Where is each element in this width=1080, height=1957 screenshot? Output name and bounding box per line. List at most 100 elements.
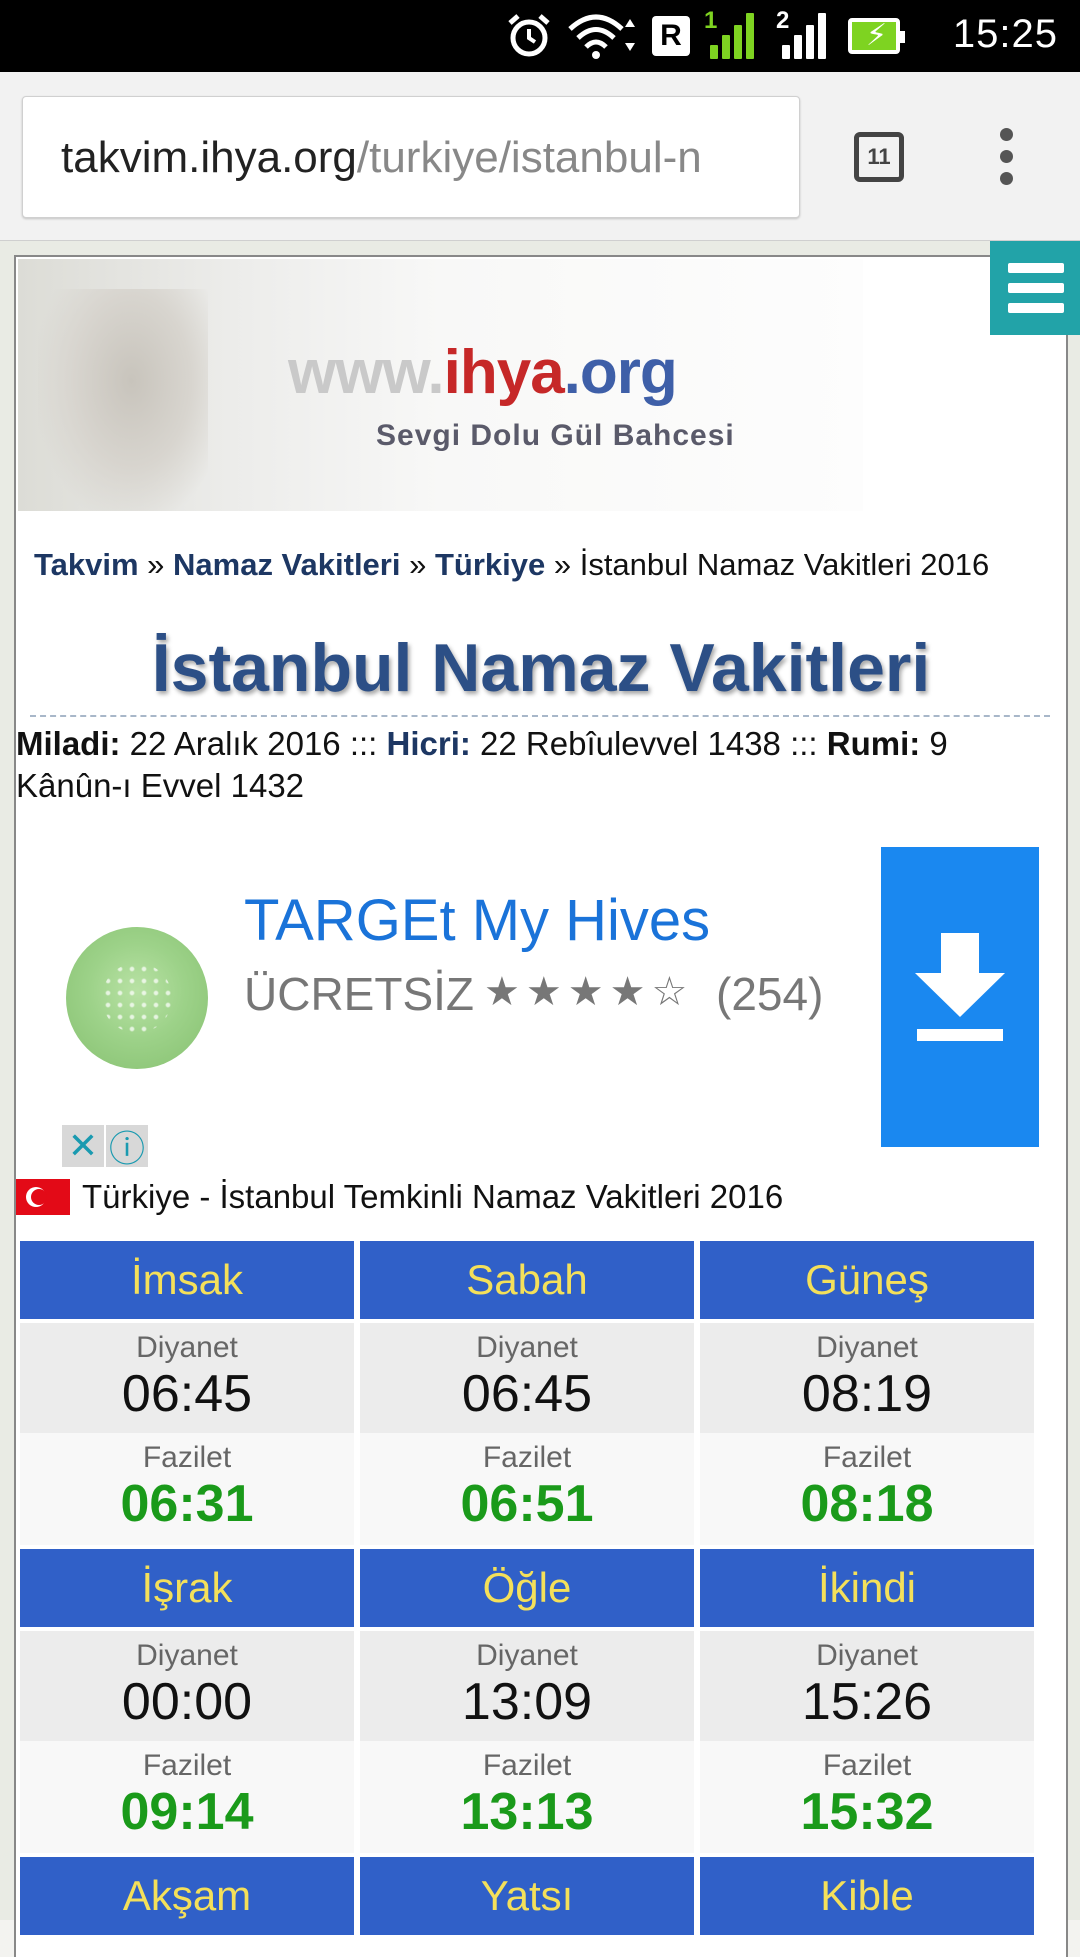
diyanet-label: Diyanet [816, 1331, 918, 1364]
diyanet-time: 13:09 [461, 1673, 593, 1731]
diyanet-block: Diyanet 13:09 [360, 1631, 694, 1741]
site-slogan: Sevgi Dolu Gül Bahcesi [376, 419, 735, 452]
breadcrumb-separator: » [138, 547, 174, 582]
fazilet-block: Fazilet 15:32 [700, 1741, 1034, 1853]
page-title: İstanbul Namaz Vakitleri [151, 630, 931, 706]
overflow-menu-icon[interactable] [1000, 128, 1014, 188]
clock: 15:25 [952, 12, 1058, 56]
diyanet-label: Diyanet [136, 1639, 238, 1672]
url-text[interactable]: takvim.ihya.org/turkiye/istanbul-n [61, 133, 702, 183]
diyanet-time: 06:45 [121, 1365, 253, 1423]
prayer-times-table: İmsak Diyanet 06:45 Fazilet 06:31 Sabah Di… [20, 1241, 1060, 1939]
prayer-name: Akşam [20, 1857, 354, 1935]
diyanet-time: 00:00 [121, 1673, 253, 1731]
fazilet-time: 06:51 [460, 1475, 594, 1533]
prayer-name: Güneş [700, 1241, 1034, 1319]
url-host: takvim.ihya.org [61, 133, 357, 182]
prayer-name: İkindi [700, 1549, 1034, 1627]
fazilet-label: Fazilet [142, 1749, 232, 1782]
fazilet-block: Fazilet 13:13 [360, 1741, 694, 1853]
signal-sim2-icon: 2 [776, 7, 834, 61]
prayer-name: Sabah [360, 1241, 694, 1319]
fazilet-block: Fazilet 06:51 [360, 1433, 694, 1545]
ad-download-button[interactable] [881, 847, 1039, 1147]
sim2-label: 2 [776, 7, 790, 34]
sim1-label: 1 [704, 7, 718, 34]
turkey-flag-icon [16, 1179, 70, 1215]
ad-close-icon[interactable]: ✕ [62, 1125, 104, 1167]
fazilet-time: 08:18 [800, 1475, 934, 1533]
prayer-cell-kible: Kible [700, 1857, 1034, 1939]
ad-price: ÜCRETSİZ [244, 968, 474, 1020]
ad-rating-count: (254) [716, 968, 824, 1020]
title-divider [30, 715, 1050, 717]
prayer-name: İşrak [20, 1549, 354, 1627]
prayer-name: Kible [700, 1857, 1034, 1935]
location-heading: Türkiye - İstanbul Temkinli Namaz Vakitl… [16, 1175, 783, 1219]
ad-banner[interactable]: TARGEt My Hives ÜCRETSİZ ★★★★☆ (254) [36, 847, 1039, 1157]
logo-org: .org [563, 338, 678, 407]
diyanet-label: Diyanet [136, 1331, 238, 1364]
hamburger-menu-icon[interactable] [990, 241, 1080, 335]
miladi-value: 22 Aralık 2016 ::: [120, 725, 387, 762]
breadcrumb-namaz-vakitleri[interactable]: Namaz Vakitleri [173, 547, 400, 582]
date-line: Miladi: 22 Aralık 2016 ::: Hicri: 22 Reb… [16, 723, 1036, 807]
wifi-icon [568, 14, 635, 59]
prayer-cell-imsak: İmsak Diyanet 06:45 Fazilet 06:31 [20, 1241, 354, 1549]
prayer-cell-gunes: Güneş Diyanet 08:19 Fazilet 08:18 [700, 1241, 1034, 1549]
fazilet-label: Fazilet [142, 1441, 232, 1474]
hicri-label: Hicri: [386, 725, 471, 762]
ad-info-icon[interactable]: ⓘ [106, 1125, 148, 1169]
breadcrumb-separator: » [545, 547, 580, 582]
diyanet-time: 15:26 [801, 1673, 933, 1731]
location-text: Türkiye - İstanbul Temkinli Namaz Vakitl… [82, 1178, 784, 1215]
prayer-name: İmsak [20, 1241, 354, 1319]
fazilet-label: Fazilet [482, 1441, 572, 1474]
prayer-name: Öğle [360, 1549, 694, 1627]
page-content: www.ihya.org Sevgi Dolu Gül Bahcesi Takv… [14, 255, 1068, 1957]
ad-controls: ✕ ⓘ [62, 1125, 154, 1169]
browser-toolbar: takvim.ihya.org/turkiye/istanbul-n 11 [0, 72, 1080, 241]
rumi-label: Rumi: [826, 725, 921, 762]
diyanet-label: Diyanet [476, 1331, 578, 1364]
status-bar: R 1 2 ⚡ 15:25 [0, 0, 1080, 72]
miladi-label: Miladi: [16, 725, 121, 762]
prayer-cell-ikindi: İkindi Diyanet 15:26 Fazilet 15:32 [700, 1549, 1034, 1857]
fazilet-label: Fazilet [822, 1441, 912, 1474]
site-banner[interactable]: www.ihya.org Sevgi Dolu Gül Bahcesi [18, 259, 863, 511]
prayer-cell-aksam: Akşam [20, 1857, 354, 1939]
site-logo: www.ihya.org [288, 337, 678, 408]
breadcrumb-turkiye[interactable]: Türkiye [435, 547, 545, 582]
web-page: www.ihya.org Sevgi Dolu Gül Bahcesi Takv… [0, 241, 1080, 1957]
fazilet-label: Fazilet [482, 1749, 572, 1782]
url-bar[interactable]: takvim.ihya.org/turkiye/istanbul-n [22, 96, 800, 218]
breadcrumb: Takvim » Namaz Vakitleri » Türkiye » İst… [34, 547, 989, 583]
fazilet-label: Fazilet [822, 1749, 912, 1782]
ad-rating-stars: ★★★★☆ [484, 970, 694, 1014]
breadcrumb-separator: » [400, 547, 435, 582]
ad-app-title[interactable]: TARGEt My Hives [244, 887, 710, 954]
fazilet-block: Fazilet 09:14 [20, 1741, 354, 1853]
signal-sim1-icon: 1 [704, 7, 762, 61]
banner-image [38, 289, 208, 511]
diyanet-time: 08:19 [801, 1365, 933, 1423]
fazilet-time: 13:13 [460, 1783, 594, 1841]
download-icon [915, 933, 1005, 1041]
logo-www: www. [288, 338, 445, 407]
breadcrumb-current: İstanbul Namaz Vakitleri 2016 [579, 547, 990, 582]
alarm-icon [508, 14, 550, 57]
breadcrumb-takvim[interactable]: Takvim [34, 547, 139, 582]
hicri-value: 22 Rebîulevvel 1438 ::: [470, 725, 827, 762]
tab-switcher-button[interactable]: 11 [854, 132, 904, 182]
app-icon[interactable] [66, 927, 208, 1069]
diyanet-label: Diyanet [476, 1639, 578, 1672]
fazilet-time: 09:14 [120, 1783, 254, 1841]
url-path: /turkiye/istanbul-n [356, 133, 702, 182]
prayer-cell-sabah: Sabah Diyanet 06:45 Fazilet 06:51 [360, 1241, 694, 1549]
battery-charging-icon: ⚡ [848, 18, 905, 54]
diyanet-time: 06:45 [461, 1365, 593, 1423]
prayer-name: Yatsı [360, 1857, 694, 1935]
fazilet-block: Fazilet 06:31 [20, 1433, 354, 1545]
diyanet-block: Diyanet 00:00 [20, 1631, 354, 1741]
prayer-cell-yatsi: Yatsı [360, 1857, 694, 1939]
